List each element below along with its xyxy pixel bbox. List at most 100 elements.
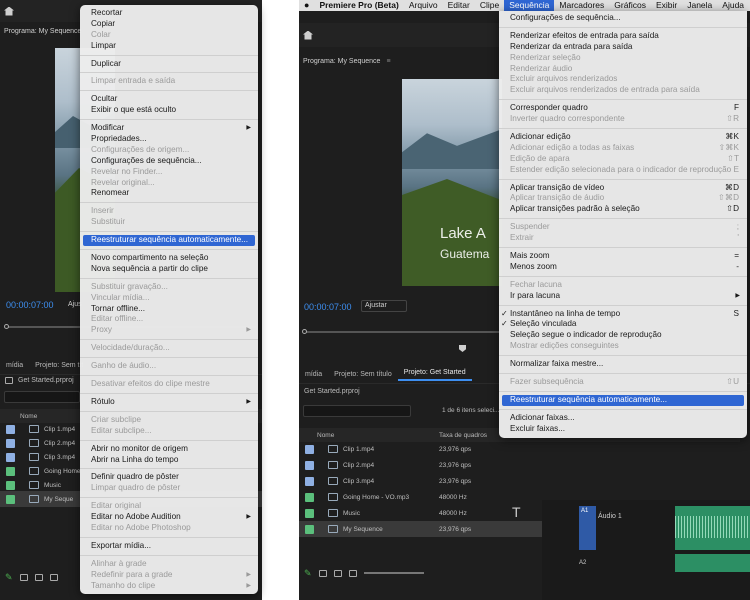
menu-item-configuracoes-de-sequencia[interactable]: Configurações de sequência... [80, 156, 258, 167]
label-color-swatch[interactable] [6, 480, 15, 490]
freeform-view-icon-right[interactable] [348, 569, 357, 577]
menu-item-recortar[interactable]: Recortar [80, 8, 258, 19]
menu-item-rotulo[interactable]: Rótulo ▶ [80, 397, 258, 408]
fit-dropdown-right[interactable]: Ajustar [361, 300, 407, 312]
menu-item-tornar-offline[interactable]: Tornar offline... [80, 304, 258, 315]
menubar-item-graficos[interactable]: Gráficos [609, 0, 651, 11]
playhead-knob[interactable] [4, 324, 9, 329]
icon-view-icon-right[interactable] [333, 569, 342, 577]
home-icon-right[interactable] [303, 30, 313, 40]
menu-item-corresponder-quadro[interactable]: Corresponder quadro F [499, 103, 747, 114]
panel-menu-icon[interactable]: ≡ [386, 58, 390, 65]
name-column-right[interactable]: Nome [317, 432, 334, 439]
freeform-view-icon[interactable] [49, 573, 58, 581]
label-color-swatch[interactable] [305, 524, 314, 534]
menu-item-reestruturar-sequencia-automaticamente[interactable]: Reestruturar sequência automaticamente..… [83, 235, 255, 247]
menubar-item-arquivo[interactable]: Arquivo [404, 0, 443, 11]
menubar-item-marcadores[interactable]: Marcadores [554, 0, 609, 11]
menu-item-selecao-segue-o-indicador-de-reproducao[interactable]: Seleção segue o indicador de reprodução [499, 330, 747, 341]
file-row[interactable]: Clip 2.mp4 23,976 qps [299, 457, 740, 473]
menu-item-instantaneo-na-linha-de-tempo[interactable]: Instantâneo na linha de tempo ✓ S [499, 309, 747, 320]
menu-item-limpar[interactable]: Limpar [80, 41, 258, 52]
audio-clip-2[interactable] [675, 554, 750, 572]
tab-media-right[interactable]: mídia [299, 371, 328, 378]
name-column[interactable]: Nome [20, 413, 37, 420]
menu-item-propriedades[interactable]: Propriedades... [80, 134, 258, 145]
label-color-swatch[interactable] [6, 494, 15, 504]
menu-item-editar-no-adobe-audition[interactable]: Editar no Adobe Audition ▶ [80, 512, 258, 523]
timecode-display-right[interactable]: 00:00:07:00 [304, 302, 352, 312]
program-monitor-label[interactable]: Programa: My Sequence [4, 28, 81, 35]
menu-item-excluir-faixas[interactable]: Excluir faixas... [499, 424, 747, 435]
menu-item-renomear[interactable]: Renomear [80, 188, 258, 199]
menu-item-aplicar-transicao-de-video[interactable]: Aplicar transição de vídeo ⌘D [499, 183, 747, 194]
menu-item-label: Abrir no monitor de origem [91, 443, 188, 453]
frame-rate-column[interactable]: Taxa de quadros [439, 432, 487, 439]
menu-item-proxy: Proxy ▶ [80, 325, 258, 336]
menubar-item-janela[interactable]: Janela [682, 0, 717, 11]
track-target-a2[interactable]: A2 [579, 560, 596, 572]
tab-project-untitled-right[interactable]: Projeto: Sem título [328, 371, 398, 378]
menu-item-selecao-vinculada[interactable]: Seleção vinculada ✓ [499, 319, 747, 330]
label-color-swatch[interactable] [6, 438, 15, 448]
menu-item-reestruturar-sequencia-automaticamente[interactable]: Reestruturar sequência automaticamente..… [502, 394, 744, 406]
label-color-swatch[interactable] [305, 508, 314, 518]
menubar-item-exibir[interactable]: Exibir [651, 0, 682, 11]
menu-item-nova-sequencia-a-partir-do-clipe[interactable]: Nova sequência a partir do clipe [80, 264, 258, 275]
menu-item-mais-zoom[interactable]: Mais zoom = [499, 251, 747, 262]
audio-clip[interactable] [675, 506, 750, 550]
file-row[interactable]: Clip 3.mp4 23,976 qps [299, 473, 740, 489]
search-input[interactable] [4, 391, 80, 403]
menu-item-ir-para-lacuna[interactable]: Ir para lacuna ▶ [499, 291, 747, 302]
apple-icon[interactable]: ● [299, 0, 314, 11]
playhead-knob-right[interactable] [302, 329, 307, 334]
menu-item-aplicar-transicoes-padrao-a-selecao[interactable]: Aplicar transições padrão à seleção ⇧D [499, 204, 747, 215]
track-target-a1[interactable]: A1 [579, 506, 596, 550]
menu-item-ocultar[interactable]: Ocultar [80, 94, 258, 105]
menu-item-copiar[interactable]: Copiar [80, 19, 258, 30]
timecode-display[interactable]: 00:00:07:00 [6, 300, 54, 310]
menu-item-abrir-na-linha-do-tempo[interactable]: Abrir na Linha do tempo [80, 455, 258, 466]
pencil-icon-right[interactable]: ✎ [304, 568, 312, 579]
label-color-swatch[interactable] [305, 444, 314, 454]
tab-media[interactable]: mídia [0, 362, 29, 369]
pencil-icon[interactable]: ✎ [5, 572, 13, 583]
menubar-item-sequencia[interactable]: Sequência [504, 0, 555, 11]
tab-project-get-started[interactable]: Projeto: Get Started [397, 369, 472, 381]
label-color-swatch[interactable] [305, 492, 314, 502]
menu-item-renderizar-da-entrada-para-saida[interactable]: Renderizar da entrada para saída [499, 42, 747, 53]
marker-icon[interactable] [459, 345, 466, 352]
menubar-item-editar[interactable]: Editar [443, 0, 475, 11]
list-view-icon[interactable] [19, 573, 28, 581]
icon-view-icon[interactable] [34, 573, 43, 581]
menu-item-modificar[interactable]: Modificar ▶ [80, 123, 258, 134]
list-view-icon-right[interactable] [318, 569, 327, 577]
menu-item-abrir-no-monitor-de-origem[interactable]: Abrir no monitor de origem [80, 444, 258, 455]
menu-item-novo-compartimento-na-selecao[interactable]: Novo compartimento na seleção [80, 253, 258, 264]
file-row[interactable]: Clip 1.mp4 23,976 qps [299, 441, 740, 457]
menu-item-exportar-midia[interactable]: Exportar mídia... [80, 541, 258, 552]
scrub-bar-right[interactable] [304, 331, 499, 333]
label-color-swatch[interactable] [6, 466, 15, 476]
home-icon[interactable] [4, 6, 14, 16]
label-color-swatch[interactable] [305, 460, 314, 470]
menu-item-adicionar-edicao[interactable]: Adicionar edição ⌘K [499, 132, 747, 143]
label-color-swatch[interactable] [6, 424, 15, 434]
menubar-item-premiere-pro-beta[interactable]: Premiere Pro (Beta) [314, 0, 403, 11]
zoom-slider[interactable] [363, 572, 424, 574]
menu-item-normalizar-faixa-mestre[interactable]: Normalizar faixa mestre... [499, 359, 747, 370]
menu-item-menos-zoom[interactable]: Menos zoom - [499, 262, 747, 273]
menu-item-configuracoes-de-sequencia[interactable]: Configurações de sequência... [499, 13, 747, 24]
label-color-swatch[interactable] [305, 476, 314, 486]
menubar-item-ajuda[interactable]: Ajuda [717, 0, 749, 11]
menu-item-renderizar-efeitos-de-entrada-para-saida[interactable]: Renderizar efeitos de entrada para saída [499, 31, 747, 42]
program-monitor-label-right[interactable]: Programa: My Sequence [303, 58, 380, 65]
menu-item-adicionar-faixas[interactable]: Adicionar faixas... [499, 413, 747, 424]
menu-item-exibir-o-que-esta-oculto[interactable]: Exibir o que está oculto [80, 105, 258, 116]
menu-item-duplicar[interactable]: Duplicar [80, 59, 258, 70]
search-input-right[interactable] [303, 405, 411, 417]
menubar-item-clipe[interactable]: Clipe [475, 0, 504, 11]
menu-item-definir-quadro-de-poster[interactable]: Definir quadro de pôster [80, 472, 258, 483]
type-tool-icon[interactable]: T [512, 504, 521, 520]
label-color-swatch[interactable] [6, 452, 15, 462]
